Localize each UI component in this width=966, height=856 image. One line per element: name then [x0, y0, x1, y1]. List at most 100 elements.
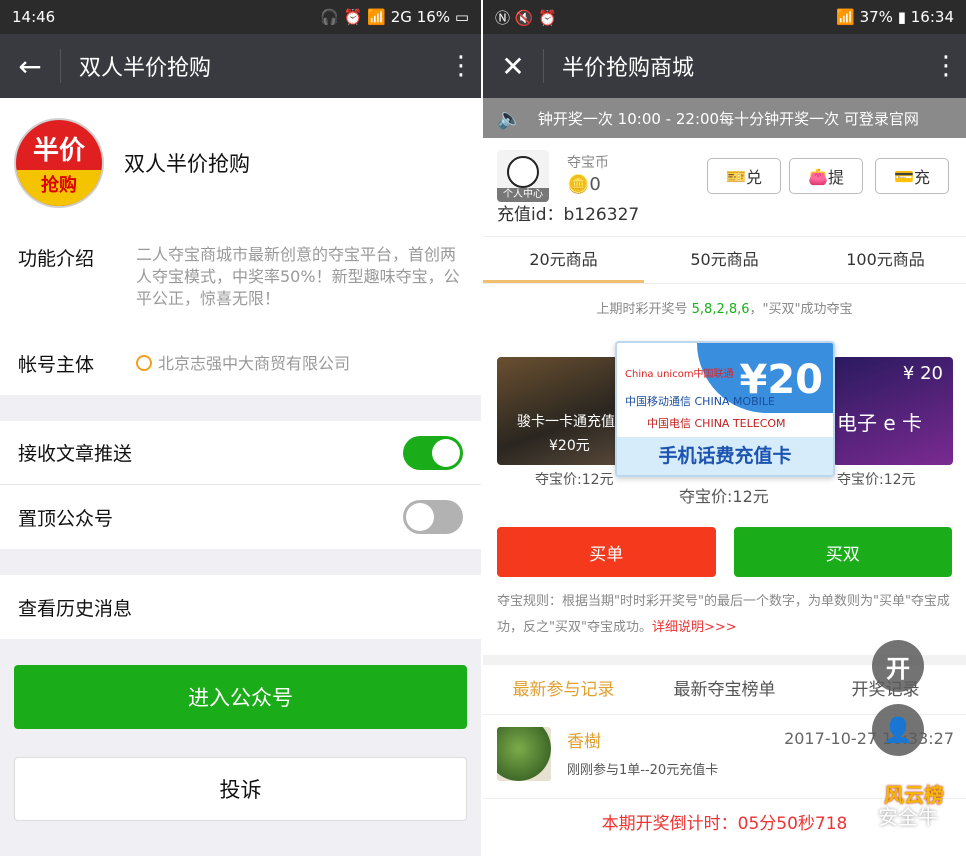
tab-100[interactable]: 100元商品 [805, 237, 966, 283]
owner-value-wrap: 北京志强中大商贸有限公司 [136, 353, 463, 375]
avatar[interactable]: 个人中心 [497, 150, 549, 202]
recharge-label: 充 [913, 168, 930, 187]
pin-toggle[interactable] [403, 500, 463, 534]
intro-label: 功能介绍 [18, 248, 95, 270]
account-info: 功能介绍 二人夺宝商城市最新创意的夺宝平台，首创两人夺宝模式，中奖率50%！新型… [0, 228, 481, 395]
product-card-right[interactable]: ¥ 20 电子 e 卡 [833, 357, 953, 465]
withdraw-label: 提 [827, 168, 844, 187]
exchange-label: 兑 [745, 168, 762, 187]
announcement-text: 钟开奖一次 10:00 - 22:00每十分钟开奖一次 可登录官网 [537, 109, 919, 128]
logo-text-top: 半价 [32, 136, 85, 166]
rules-detail-link[interactable]: 详细说明>>> [652, 620, 737, 635]
withdraw-button[interactable]: 👛 提 [789, 158, 863, 194]
participant-name: 香樹 [567, 732, 601, 752]
product-face-value: ¥20元 [549, 438, 590, 454]
battery-icon: ▭ [454, 8, 469, 26]
tab-latest-participation[interactable]: 最新参与记录 [483, 665, 644, 714]
tab-latest-ranking[interactable]: 最新夺宝榜单 [644, 665, 805, 714]
page-title: 双人半价抢购 [79, 56, 212, 81]
history-label: 查看历史消息 [18, 597, 133, 620]
history-item[interactable]: 查看历史消息 [0, 575, 481, 639]
tab-50[interactable]: 50元商品 [644, 237, 805, 283]
pin-setting: 置顶公众号 [0, 485, 481, 549]
product-price-left: 夺宝价:12元 [535, 472, 614, 488]
status-time: 14:46 [12, 8, 56, 26]
status-indicators: 🎧 ⏰ 📶 2G 16% ▭ [320, 8, 469, 26]
settings-group: 接收文章推送 置顶公众号 [0, 421, 481, 549]
page-title: 半价抢购商城 [562, 56, 695, 81]
announcement-bar: 🔈 钟开奖一次 10:00 - 22:00每十分钟开奖一次 可登录官网 [483, 98, 966, 138]
last-draw-suffix: ，"买双"成功夺宝 [749, 302, 853, 317]
buy-odd-button[interactable]: 买单 [497, 527, 716, 577]
product-card-left[interactable]: 骏卡一卡通充值 ¥20元 [497, 357, 627, 465]
more-menu-icon[interactable]: ⋮ [441, 53, 481, 79]
product-title: 电子 e 卡 [837, 411, 923, 435]
push-setting: 接收文章推送 [0, 421, 481, 485]
carrier-mobile: 中国移动通信 CHINA MOBILE [625, 395, 775, 408]
close-icon[interactable]: ✕ [483, 50, 543, 83]
user-float-icon[interactable]: 👤 [872, 704, 924, 756]
status-indicators-right: 📶 37% ▮ 16:34 [836, 8, 954, 26]
product-title: 骏卡一卡通充值 [517, 414, 615, 430]
battery-percent: 16% [416, 8, 451, 26]
mute-icon: 🔇 [514, 8, 534, 27]
network-type: 2G [390, 8, 412, 26]
owner-row[interactable]: 帐号主体 北京志强中大商贸有限公司 [18, 344, 463, 383]
app-bar: ← 双人半价抢购 ⋮ [0, 34, 481, 98]
app-bar-right: ✕ 半价抢购商城 ⋮ [483, 34, 966, 98]
bet-actions: 买单 买双 [483, 527, 966, 577]
coin-count: 0 [589, 174, 601, 195]
avatar-face [507, 156, 539, 188]
account-profile: 半价 抢购 双人半价抢购 [0, 98, 481, 228]
buy-even-button[interactable]: 买双 [733, 527, 952, 577]
owner-label: 帐号主体 [18, 354, 95, 376]
intro-value: 二人夺宝商城市最新创意的夺宝平台，首创两人夺宝模式，中奖率50%！新型趣味夺宝，… [136, 245, 460, 308]
account-name: 双人半价抢购 [124, 152, 250, 176]
complain-button[interactable]: 投诉 [14, 757, 467, 821]
product-title: 手机话费充值卡 [617, 437, 833, 475]
product-carousel[interactable]: 骏卡一卡通充值 ¥20元 ¥ 20 电子 e 卡 ¥20 China unico… [483, 341, 966, 521]
enter-account-button[interactable]: 进入公众号 [14, 665, 467, 729]
price-tabs: 20元商品 50元商品 100元商品 [483, 236, 966, 284]
headphone-icon: 🎧 [320, 8, 340, 26]
speaker-icon: 🔈 [497, 106, 522, 130]
product-card-center[interactable]: ¥20 China unicom中国联通 中国移动通信 CHINA MOBILE… [615, 341, 835, 477]
intro-row: 功能介绍 二人夺宝商城市最新创意的夺宝平台，首创两人夺宝模式，中奖率50%！新型… [18, 238, 463, 316]
alarm-icon: ⏰ [538, 8, 557, 27]
status-time: 16:34 [910, 8, 954, 26]
account-logo: 半价 抢购 [14, 118, 104, 208]
participation-detail: 刚刚参与1单--20元充值卡 [567, 763, 719, 778]
coin-icon: 🪙 [567, 174, 590, 195]
push-toggle[interactable] [403, 435, 463, 470]
pin-label: 置顶公众号 [18, 507, 114, 530]
battery-icon: ▮ [897, 8, 906, 26]
recharge-button[interactable]: 💳 充 [875, 158, 949, 194]
appbar-divider [543, 49, 544, 83]
status-bar-right: Ⓝ 🔇 ⏰ 📶 37% ▮ 16:34 [483, 0, 966, 34]
last-draw-prefix: 上期时彩开奖号 [596, 302, 688, 317]
wallet-icon: 👛 [808, 166, 828, 186]
right-screen: Ⓝ 🔇 ⏰ 📶 37% ▮ 16:34 ✕ 半价抢购商城 ⋮ 🔈 钟开奖一次 1… [483, 0, 966, 856]
back-arrow-icon[interactable]: ← [0, 50, 60, 83]
push-label: 接收文章推送 [18, 443, 133, 465]
tab-20[interactable]: 20元商品 [483, 237, 644, 283]
notification-icons: Ⓝ 🔇 ⏰ [495, 7, 557, 28]
appbar-divider [60, 49, 61, 83]
product-price-center: 夺宝价:12元 [679, 487, 769, 506]
battery-percent: 37% [859, 8, 893, 26]
wifi-icon: 📶 [367, 8, 386, 26]
history-group: 查看历史消息 [0, 575, 481, 639]
exchange-button[interactable]: 🎫 兑 [707, 158, 781, 194]
open-float-button[interactable]: 开 [872, 640, 924, 692]
last-draw-info: 上期时彩开奖号 5,8,2,8,6，"买双"成功夺宝 [483, 298, 966, 317]
ticket-icon: 🎫 [726, 166, 746, 186]
coin-balance: 🪙0 [567, 174, 601, 195]
left-screen: 14:46 🎧 ⏰ 📶 2G 16% ▭ ← 双人半价抢购 ⋮ 半价 抢购 双人… [0, 0, 481, 856]
participation-time: 2017-10-27 16:33:27 [784, 729, 954, 748]
product-price-right: 夺宝价:12元 [837, 472, 916, 488]
more-menu-icon[interactable]: ⋮ [926, 53, 966, 79]
account-panel: 个人中心 夺宝币 🪙0 充值id：b126327 🎫 兑 👛 提 💳 充 [483, 138, 966, 236]
owner-value: 北京志强中大商贸有限公司 [158, 353, 351, 373]
card-icon: 💳 [894, 166, 914, 186]
watermark-text: 安全牛 [878, 805, 938, 829]
